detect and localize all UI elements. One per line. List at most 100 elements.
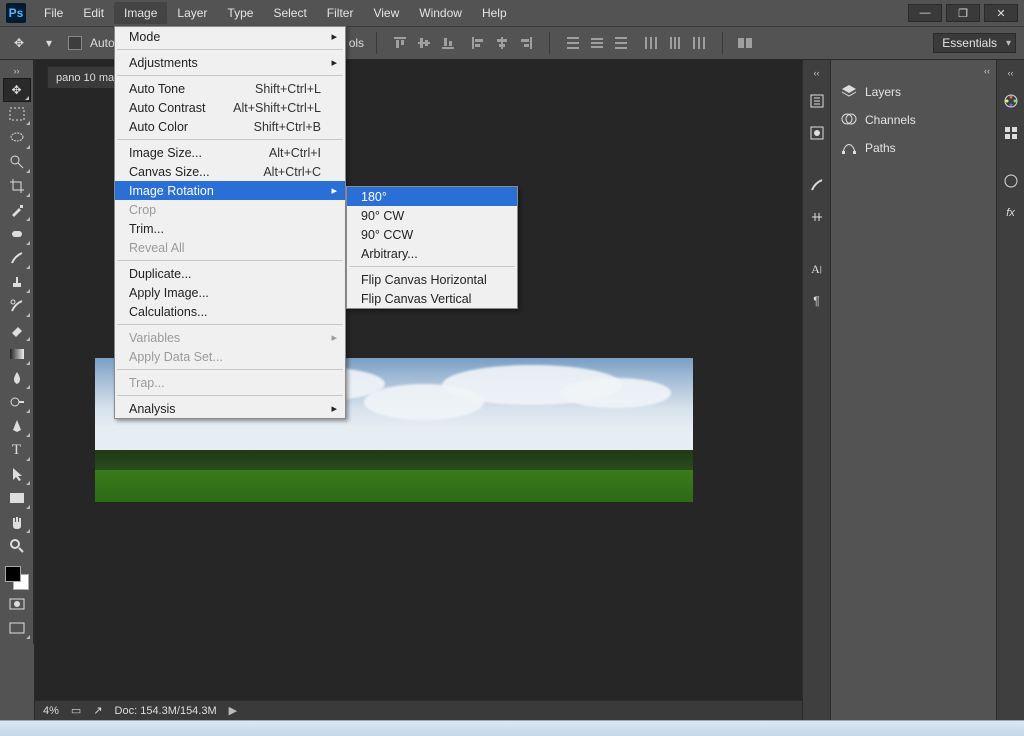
zoom-level[interactable]: 4% bbox=[43, 705, 59, 717]
rotation-submenu-90-ccw[interactable]: 90° CCW bbox=[347, 225, 517, 244]
image-menu-image-rotation[interactable]: Image Rotation bbox=[115, 181, 345, 200]
image-menu-canvas-size[interactable]: Canvas Size...Alt+Ctrl+C bbox=[115, 162, 345, 181]
image-menu-adjustments[interactable]: Adjustments bbox=[115, 53, 345, 72]
workspace-switcher[interactable]: Essentials bbox=[933, 33, 1016, 53]
align-right-icon[interactable] bbox=[515, 33, 537, 53]
maximize-button[interactable]: ❐ bbox=[946, 4, 980, 22]
quick-mask-toggle[interactable] bbox=[3, 592, 31, 616]
styles-panel-icon[interactable] bbox=[1000, 170, 1022, 192]
menu-item-label: Flip Canvas Vertical bbox=[361, 292, 471, 306]
image-menu-calculations[interactable]: Calculations... bbox=[115, 302, 345, 321]
swatches-panel-icon[interactable] bbox=[1000, 122, 1022, 144]
rotation-submenu-arbitrary[interactable]: Arbitrary... bbox=[347, 244, 517, 263]
panel-expand-icon[interactable]: ‹‹ bbox=[814, 66, 820, 80]
menu-image[interactable]: Image bbox=[114, 2, 167, 24]
fx-panel-icon[interactable]: fx bbox=[1000, 202, 1022, 224]
close-button[interactable]: ✕ bbox=[984, 4, 1018, 22]
eraser-tool[interactable] bbox=[3, 318, 31, 342]
dodge-tool[interactable] bbox=[3, 390, 31, 414]
screen-mode-toggle[interactable] bbox=[3, 616, 31, 640]
status-preview-icon[interactable]: ▭ bbox=[71, 704, 81, 717]
character-panel-icon[interactable]: A| bbox=[806, 258, 828, 280]
align-hcenter-icon[interactable] bbox=[491, 33, 513, 53]
right-panel-dock: ‹‹ A| ¶ ‹‹ LayersChannelsPaths ‹‹ fx bbox=[802, 60, 1024, 720]
hand-tool[interactable] bbox=[3, 510, 31, 534]
align-bottom-icon[interactable] bbox=[437, 33, 459, 53]
color-swatches[interactable] bbox=[3, 564, 31, 592]
menu-type[interactable]: Type bbox=[217, 2, 263, 24]
healing-brush-tool[interactable] bbox=[3, 222, 31, 246]
distribute-vert-group bbox=[562, 33, 632, 53]
status-export-icon[interactable]: ↗ bbox=[93, 704, 102, 717]
image-menu-trim[interactable]: Trim... bbox=[115, 219, 345, 238]
menu-window[interactable]: Window bbox=[409, 2, 472, 24]
auto-align-icon[interactable] bbox=[735, 33, 757, 53]
image-menu-analysis[interactable]: Analysis bbox=[115, 399, 345, 418]
dist-top-icon[interactable] bbox=[562, 33, 584, 53]
align-top-icon[interactable] bbox=[389, 33, 411, 53]
rotation-submenu-180[interactable]: 180° bbox=[347, 187, 517, 206]
dist-right-icon[interactable] bbox=[688, 33, 710, 53]
menu-file[interactable]: File bbox=[34, 2, 73, 24]
image-menu-duplicate[interactable]: Duplicate... bbox=[115, 264, 345, 283]
quick-select-tool[interactable] bbox=[3, 150, 31, 174]
image-menu-auto-color[interactable]: Auto ColorShift+Ctrl+B bbox=[115, 117, 345, 136]
toolbox: ›› ✥ T bbox=[0, 60, 34, 644]
rotation-submenu-90-cw[interactable]: 90° CW bbox=[347, 206, 517, 225]
status-more-icon[interactable]: ▶ bbox=[229, 704, 237, 717]
path-select-tool[interactable] bbox=[3, 462, 31, 486]
image-menu-apply-image[interactable]: Apply Image... bbox=[115, 283, 345, 302]
dist-left-icon[interactable] bbox=[640, 33, 662, 53]
minimize-button[interactable]: — bbox=[908, 4, 942, 22]
rectangle-tool[interactable] bbox=[3, 486, 31, 510]
menu-select[interactable]: Select bbox=[263, 2, 316, 24]
history-panel-icon[interactable] bbox=[806, 90, 828, 112]
panel-expand-icon[interactable]: ‹‹ bbox=[1008, 66, 1014, 80]
adjustments-panel-icon[interactable] bbox=[806, 206, 828, 228]
tool-preset-dropdown[interactable]: ▾ bbox=[38, 32, 60, 54]
type-tool[interactable]: T bbox=[3, 438, 31, 462]
dist-hcenter-icon[interactable] bbox=[664, 33, 686, 53]
panel-tab-paths[interactable]: Paths bbox=[831, 134, 996, 162]
rotation-submenu-flip-canvas-vertical[interactable]: Flip Canvas Vertical bbox=[347, 289, 517, 308]
gradient-tool[interactable] bbox=[3, 342, 31, 366]
rect-marquee-tool[interactable] bbox=[3, 102, 31, 126]
history-brush-tool[interactable] bbox=[3, 294, 31, 318]
brush-panel-icon[interactable] bbox=[806, 174, 828, 196]
menu-item-label: Adjustments bbox=[129, 56, 198, 70]
zoom-tool[interactable] bbox=[3, 534, 31, 558]
rotation-submenu-flip-canvas-horizontal[interactable]: Flip Canvas Horizontal bbox=[347, 270, 517, 289]
menu-layer[interactable]: Layer bbox=[167, 2, 217, 24]
color-panel-icon[interactable] bbox=[1000, 90, 1022, 112]
image-menu-mode[interactable]: Mode bbox=[115, 27, 345, 46]
image-menu-auto-contrast[interactable]: Auto ContrastAlt+Shift+Ctrl+L bbox=[115, 98, 345, 117]
document-tab-title: pano 10 ma bbox=[56, 72, 114, 84]
image-menu-auto-tone[interactable]: Auto ToneShift+Ctrl+L bbox=[115, 79, 345, 98]
crop-tool[interactable] bbox=[3, 174, 31, 198]
pen-tool[interactable] bbox=[3, 414, 31, 438]
dist-bottom-icon[interactable] bbox=[610, 33, 632, 53]
lasso-tool[interactable] bbox=[3, 126, 31, 150]
menu-edit[interactable]: Edit bbox=[73, 2, 114, 24]
align-vcenter-icon[interactable] bbox=[413, 33, 435, 53]
align-left-icon[interactable] bbox=[467, 33, 489, 53]
image-menu-image-size[interactable]: Image Size...Alt+Ctrl+I bbox=[115, 143, 345, 162]
panel-tab-channels[interactable]: Channels bbox=[831, 106, 996, 134]
panel-tab-layers[interactable]: Layers bbox=[831, 78, 996, 106]
menu-item-shortcut: Shift+Ctrl+L bbox=[231, 82, 321, 96]
clone-stamp-tool[interactable] bbox=[3, 270, 31, 294]
brush-tool[interactable] bbox=[3, 246, 31, 270]
dist-vcenter-icon[interactable] bbox=[586, 33, 608, 53]
blur-tool[interactable] bbox=[3, 366, 31, 390]
properties-panel-icon[interactable] bbox=[806, 122, 828, 144]
paragraph-panel-icon[interactable]: ¶ bbox=[806, 290, 828, 312]
panel-collapse-icon[interactable]: ‹‹ bbox=[831, 64, 996, 78]
menu-view[interactable]: View bbox=[363, 2, 409, 24]
eyedropper-tool[interactable] bbox=[3, 198, 31, 222]
toolbox-collapse-icon[interactable]: ›› bbox=[14, 64, 20, 78]
move-tool[interactable]: ✥ bbox=[3, 78, 31, 102]
document-tab[interactable]: pano 10 ma bbox=[47, 66, 123, 88]
auto-select-checkbox[interactable] bbox=[68, 36, 82, 50]
menu-filter[interactable]: Filter bbox=[317, 2, 364, 24]
menu-help[interactable]: Help bbox=[472, 2, 517, 24]
